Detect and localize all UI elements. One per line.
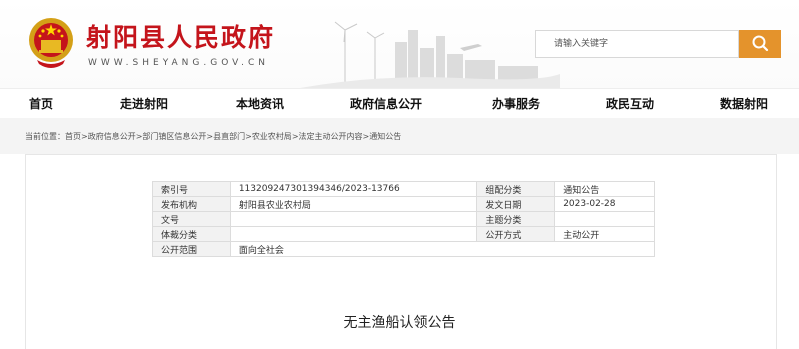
nav-item-home[interactable]: 首页	[29, 95, 53, 112]
category-value: 通知公告	[554, 181, 655, 197]
nav-item-data[interactable]: 数据射阳	[720, 95, 768, 112]
publisher-value: 射阳县农业农村局	[229, 196, 478, 212]
table-row: 文号 主题分类	[152, 211, 655, 227]
site-title[interactable]: 射阳县人民政府	[86, 18, 275, 54]
info-table: 索引号 113209247301394346/2023-13766 组配分类 通…	[152, 181, 656, 257]
breadcrumb: 当前位置：首页>政府信息公开>部门镇区信息公开>县直部门>农业农村局>法定主动公…	[25, 131, 401, 142]
nav-item-about[interactable]: 走进射阳	[120, 95, 168, 112]
genre-label: 体裁分类	[152, 226, 231, 242]
breadcrumb-separator: >	[291, 132, 299, 141]
topic-value	[554, 211, 655, 227]
breadcrumb-item-notices[interactable]: 通知公告	[369, 132, 401, 141]
city-skyline-illustration	[300, 21, 560, 88]
breadcrumb-item-county-depts[interactable]: 县直部门	[213, 132, 245, 141]
main-nav: 首页 走进射阳 本地资讯 政府信息公开 办事服务 政民互动 数据射阳	[0, 88, 799, 119]
breadcrumb-item-agri-bureau[interactable]: 农业农村局	[252, 132, 292, 141]
breadcrumb-item-home[interactable]: 首页	[65, 132, 81, 141]
breadcrumb-prefix: 当前位置：	[25, 132, 65, 141]
scope-label: 公开范围	[152, 241, 231, 257]
disclosure-method-value: 主动公开	[554, 226, 655, 242]
search-box	[535, 30, 754, 58]
index-number-label: 索引号	[152, 181, 231, 197]
issue-date-label: 发文日期	[476, 196, 556, 212]
nav-item-news[interactable]: 本地资讯	[236, 95, 284, 112]
category-label: 组配分类	[476, 181, 556, 197]
document-title: 无主渔船认领公告	[343, 315, 456, 331]
breadcrumb-separator: >	[81, 132, 88, 141]
table-row: 公开范围 面向全社会	[152, 241, 656, 257]
breadcrumb-item-gov-info[interactable]: 政府信息公开	[88, 132, 136, 141]
doc-number-value	[229, 211, 478, 227]
site-url: WWW.SHEYANG.GOV.CN	[88, 58, 269, 68]
table-row: 体裁分类 公开方式 主动公开	[152, 226, 655, 242]
search-input[interactable]	[536, 31, 754, 57]
genre-value	[229, 226, 478, 242]
publisher-label: 发布机构	[152, 196, 231, 212]
table-row: 索引号 113209247301394346/2023-13766 组配分类 通…	[152, 181, 655, 197]
index-number-value: 113209247301394346/2023-13766	[229, 181, 478, 197]
breadcrumb-separator: >	[245, 132, 252, 141]
search-button[interactable]	[739, 30, 781, 58]
topic-label: 主题分类	[476, 211, 556, 227]
disclosure-method-label: 公开方式	[476, 226, 556, 242]
site-header: 射阳县人民政府 WWW.SHEYANG.GOV.CN	[0, 0, 799, 88]
table-row: 发布机构 射阳县农业农村局 发文日期 2023-02-28	[152, 196, 655, 212]
breadcrumb-item-statutory[interactable]: 法定主动公开内容	[299, 132, 363, 141]
nav-item-services[interactable]: 办事服务	[492, 95, 540, 112]
scope-value: 面向全社会	[229, 241, 656, 257]
search-icon	[752, 35, 769, 52]
breadcrumb-item-dept-info[interactable]: 部门镇区信息公开	[142, 132, 206, 141]
doc-number-label: 文号	[152, 211, 231, 227]
issue-date-value: 2023-02-28	[554, 196, 655, 212]
nav-item-gov-info[interactable]: 政府信息公开	[350, 95, 422, 112]
national-emblem-icon[interactable]	[27, 14, 75, 72]
nav-item-interaction[interactable]: 政民互动	[606, 95, 654, 112]
